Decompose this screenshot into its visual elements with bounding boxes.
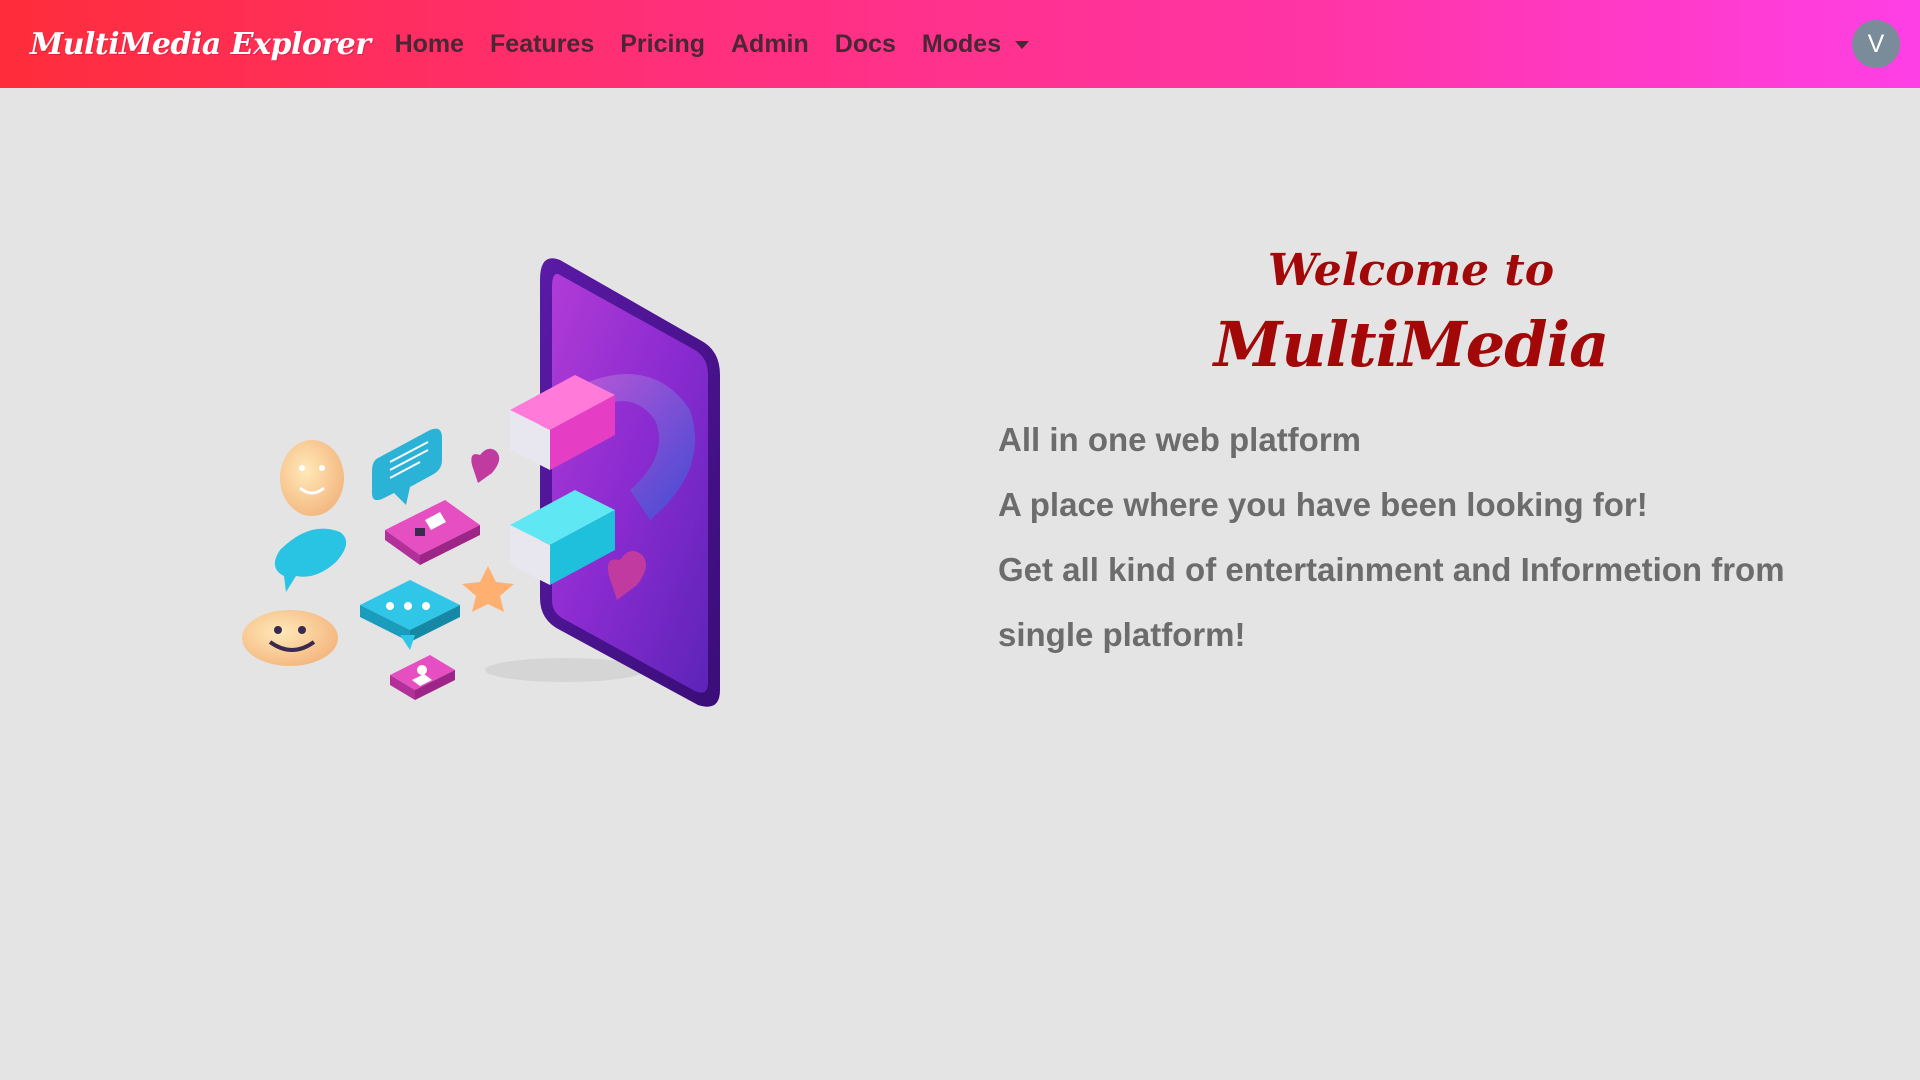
profile-card-icon bbox=[390, 655, 455, 700]
hero-title: MultiMedia bbox=[1213, 308, 1610, 381]
hero-line-3: Get all kind of entertainment and Inform… bbox=[998, 551, 1785, 588]
star-icon bbox=[462, 566, 514, 612]
thumbs-up-icon bbox=[385, 500, 480, 565]
modes-dropdown-label: Modes bbox=[921, 29, 1002, 58]
modes-dropdown[interactable]: Modes bbox=[921, 29, 1030, 59]
hero-description: All in one web platform A place where yo… bbox=[998, 407, 1818, 667]
caret-down-icon bbox=[1015, 41, 1030, 49]
brand-logo[interactable]: MultiMedia Explorer bbox=[30, 27, 371, 62]
chat-bubble-icon bbox=[372, 428, 442, 505]
welcome-heading: Welcome to bbox=[1267, 245, 1555, 296]
chat-bubble-small-icon bbox=[274, 528, 347, 592]
smiley-coin-icon bbox=[242, 610, 338, 666]
user-avatar[interactable]: V bbox=[1852, 20, 1900, 68]
smartphone-icon bbox=[485, 258, 720, 707]
heart-small-icon bbox=[471, 448, 500, 483]
hero-line-1: All in one web platform bbox=[998, 421, 1362, 458]
nav-links: Home Features Pricing Admin Docs Modes bbox=[395, 30, 1056, 59]
nav-link-features[interactable]: Features bbox=[490, 30, 594, 59]
message-bubble-icon bbox=[360, 580, 460, 650]
top-navbar: MultiMedia Explorer Home Features Pricin… bbox=[0, 0, 1920, 88]
hero-line-2: A place where you have been looking for! bbox=[998, 486, 1648, 523]
hero-section: Welcome to MultiMedia All in one web pla… bbox=[998, 245, 1818, 667]
hero-illustration bbox=[242, 258, 720, 707]
smiley-icon bbox=[280, 440, 344, 516]
hero-line-4: single platform! bbox=[998, 616, 1246, 653]
nav-link-pricing[interactable]: Pricing bbox=[620, 30, 705, 59]
nav-link-home[interactable]: Home bbox=[395, 30, 464, 59]
nav-link-docs[interactable]: Docs bbox=[835, 30, 896, 59]
nav-link-admin[interactable]: Admin bbox=[731, 30, 809, 59]
